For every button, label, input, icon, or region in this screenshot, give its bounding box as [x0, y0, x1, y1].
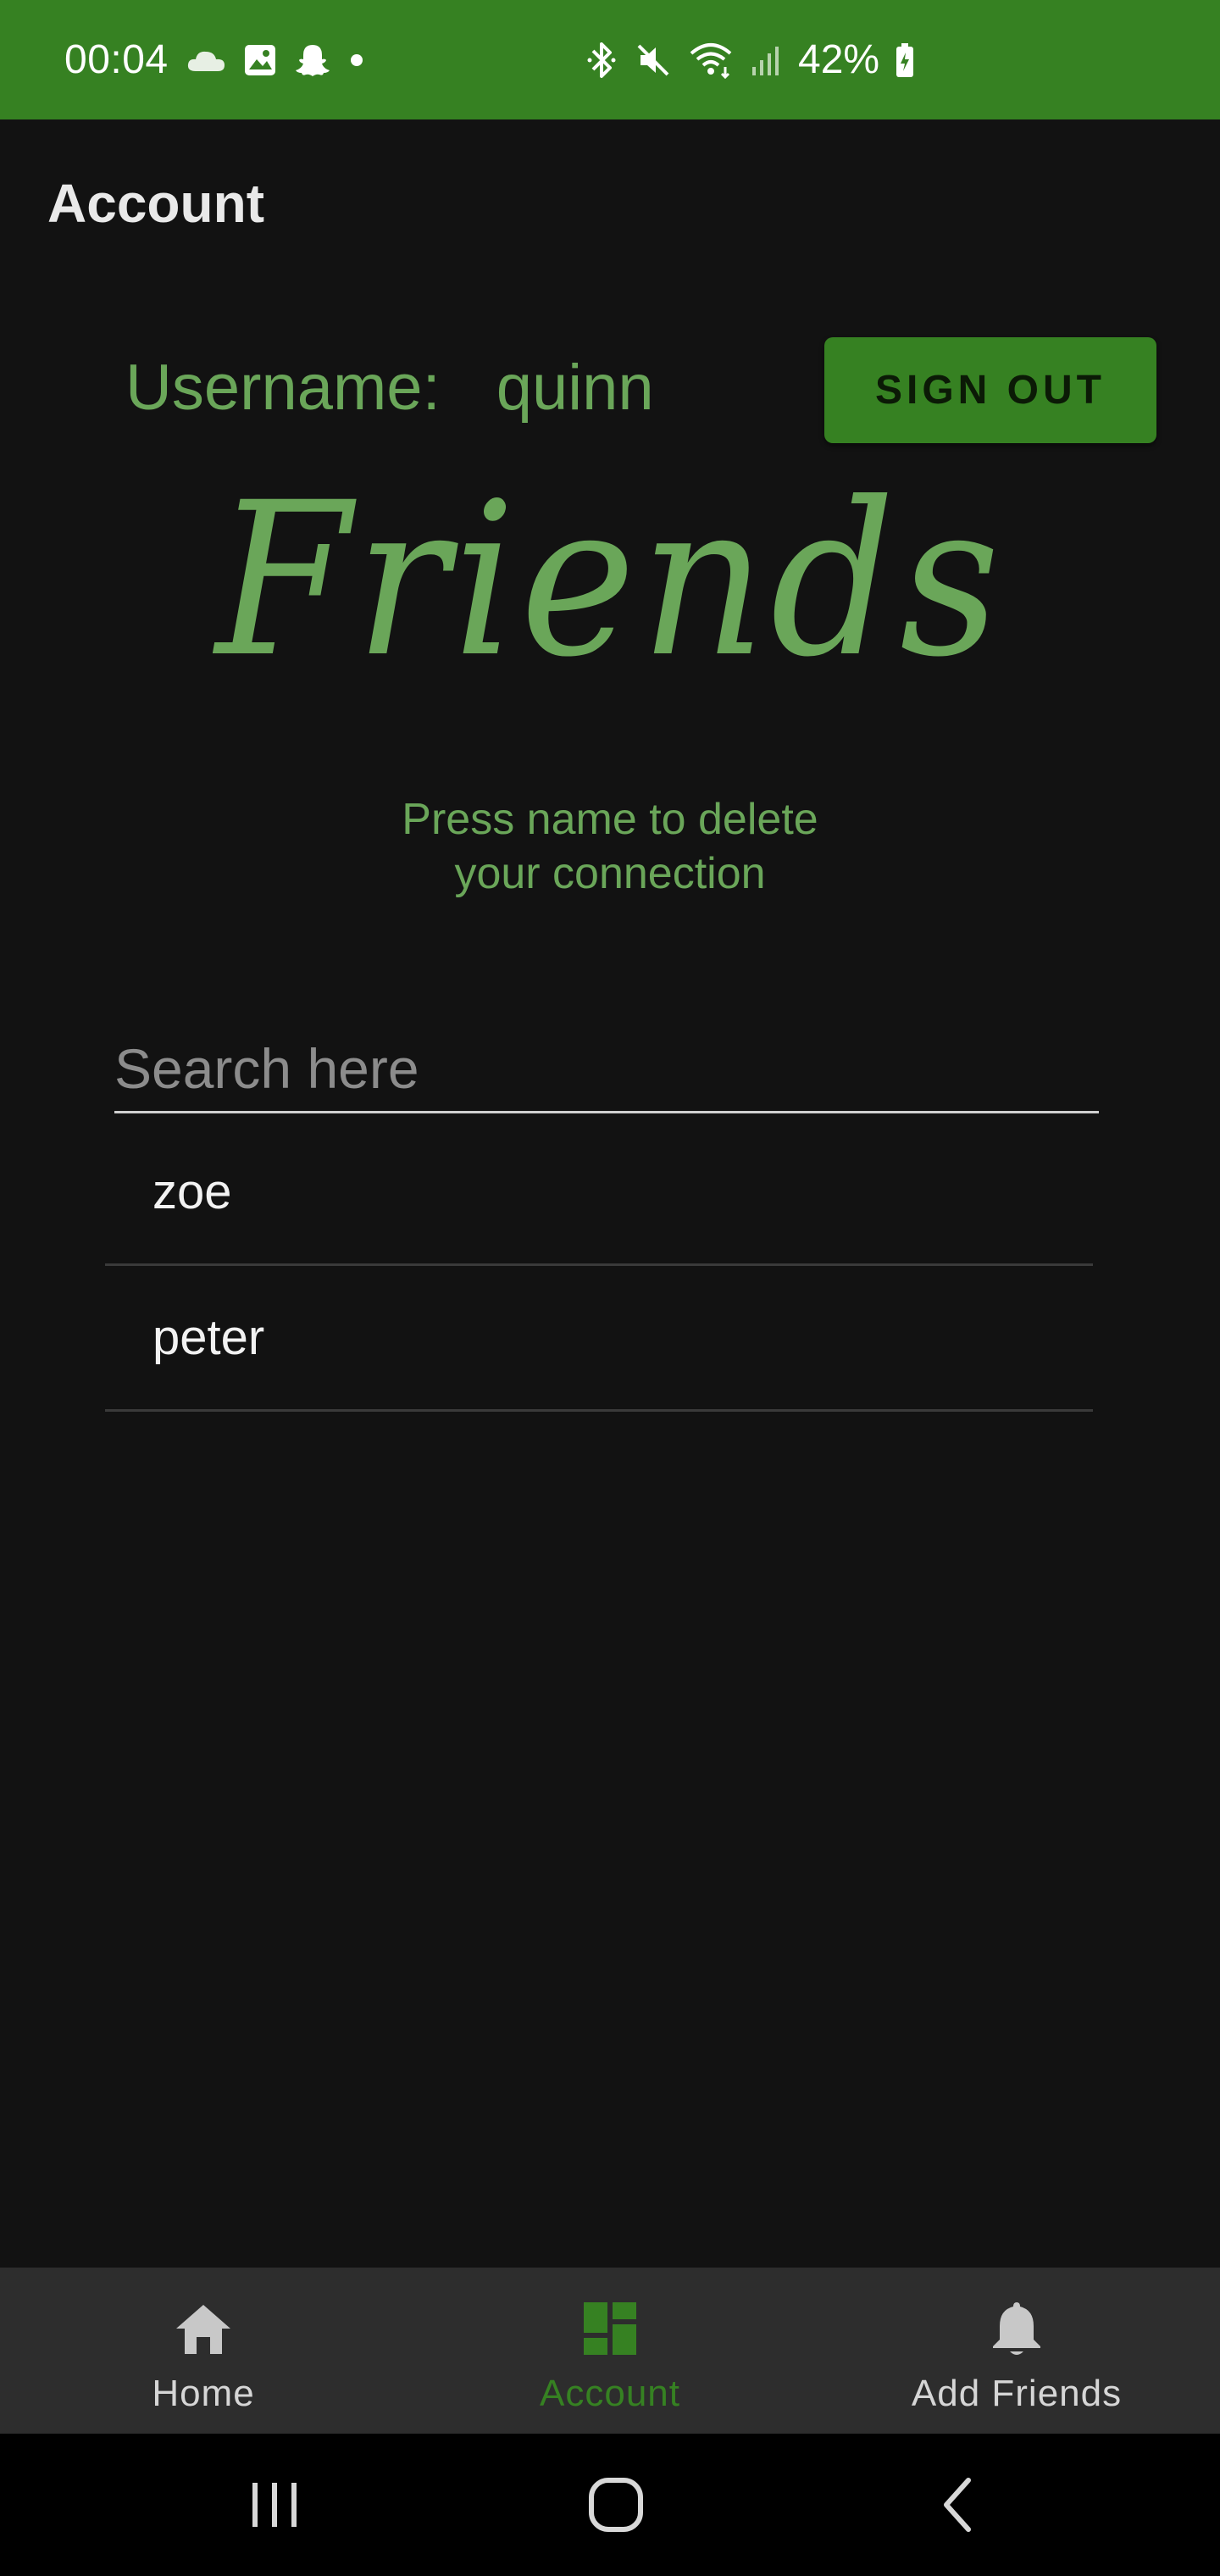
recents-icon[interactable]: [207, 2434, 342, 2576]
friend-item-zoe[interactable]: zoe: [105, 1120, 1093, 1266]
bell-icon: [984, 2296, 1049, 2361]
snapchat-icon: [294, 42, 331, 78]
username-value: quinn: [496, 352, 654, 424]
bottom-navigation: Home Account Add Friends: [0, 2268, 1220, 2434]
bluetooth-icon: [585, 41, 618, 80]
back-icon[interactable]: [890, 2434, 1025, 2576]
status-time: 00:04: [64, 37, 169, 82]
gallery-icon: [243, 43, 277, 77]
instruction-line-2: your connection: [454, 849, 766, 898]
home-icon: [171, 2296, 236, 2361]
nav-item-add-friends[interactable]: Add Friends: [813, 2268, 1220, 2434]
friends-heading: Friends: [215, 457, 1005, 703]
dashboard-icon: [578, 2296, 642, 2361]
nav-label-add-friends: Add Friends: [911, 2373, 1123, 2414]
username-label: Username:: [125, 352, 441, 424]
sign-out-button[interactable]: SIGN OUT: [824, 337, 1156, 443]
friend-item-peter[interactable]: peter: [105, 1266, 1093, 1412]
nav-item-account[interactable]: Account: [407, 2268, 813, 2434]
search-field: [114, 1025, 1099, 1113]
home-circle-icon[interactable]: [548, 2434, 684, 2576]
instruction-line-1: Press name to delete: [402, 795, 818, 844]
mute-icon: [634, 41, 673, 80]
friends-list: zoe peter: [105, 1120, 1093, 1412]
nav-item-home[interactable]: Home: [0, 2268, 407, 2434]
status-right: 42%: [585, 0, 915, 119]
system-navigation-bar: [0, 2434, 1220, 2576]
status-left: 00:04: [64, 36, 365, 83]
dot-icon: [348, 52, 365, 69]
nav-label-account: Account: [540, 2373, 680, 2414]
battery-percent: 42%: [798, 37, 880, 82]
delete-instruction: Press name to delete your connection: [0, 792, 1220, 901]
page-title: Account: [47, 173, 264, 234]
signal-icon: [749, 43, 783, 77]
username-row: Username: quinn: [125, 351, 654, 425]
status-bar: 00:04 42%: [0, 0, 1220, 119]
account-screen: 00:04 42% Account Username: quinn SIGN O…: [0, 0, 1220, 2576]
cloud-icon: [186, 47, 226, 73]
wifi-icon: [688, 42, 734, 79]
top-app-bar: Account: [0, 119, 1220, 289]
nav-label-home: Home: [152, 2373, 255, 2414]
battery-icon: [895, 42, 915, 78]
search-input[interactable]: [114, 1025, 1099, 1111]
